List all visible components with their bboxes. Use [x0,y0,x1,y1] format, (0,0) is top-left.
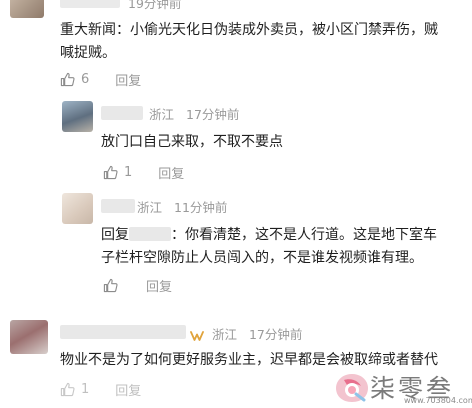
reply-button[interactable]: 回复 [158,163,184,182]
comment-meta: 浙江 11分钟前 [137,197,227,216]
reply-button[interactable]: 回复 [115,70,141,89]
watermark-url: www.703804.com [404,396,472,405]
comment-text-line: 重大新闻：小偷光天化日伪装成外卖员，被小区门禁弄伤，贼 [60,22,438,38]
comment-text-line: 子栏杆空隙防止人员闯入的，不是谁发视频谁有理。 [101,250,423,266]
comment-text: 回复 ：你看清楚，这不是人行道。这是地下室车 子栏杆空隙防止人员闯入的，不是谁发视… [101,224,461,270]
reply-prefix: 回复 [101,227,129,243]
comment-time: 11分钟前 [174,200,228,215]
comment-location: 浙江 [137,200,163,215]
comment-meta: 浙江 17分钟前 [149,104,239,123]
like-button[interactable]: 6 [60,72,89,87]
like-count: 1 [81,382,90,397]
like-count: 6 [81,72,90,87]
like-count: 1 [124,165,133,180]
like-button[interactable] [103,278,124,293]
comment-text-line: 回复 ：你看清楚，这不是人行道。这是地下室车 [101,224,461,247]
watermark: 柒零叁 www.703804.com [326,368,472,408]
username-blurred[interactable] [101,106,143,120]
thumbs-up-icon [60,382,75,397]
reply-button[interactable]: 回复 [146,276,172,295]
comment-text: 放门口自己来取，不取不要点 [101,134,283,150]
username-blurred[interactable] [60,325,186,339]
username-blurred[interactable] [101,199,135,213]
avatar[interactable] [10,320,48,354]
avatar[interactable] [10,0,44,18]
vip-badge-icon [190,330,204,341]
comment-actions: 6 回复 [60,70,141,89]
comment-time: 19分钟前 [128,0,182,11]
comment-location: 浙江 [211,327,237,342]
like-button[interactable]: 1 [60,382,89,397]
comment-time: 17分钟前 [248,327,303,342]
watermark-logo-icon [336,374,368,402]
comment-text-line-1: ：你看清楚，这不是人行道。这是地下室车 [171,227,437,243]
comment-text-line: 喊捉贼。 [60,45,116,61]
comment-actions: 1 回复 [103,163,184,182]
thumbs-up-icon [60,72,75,87]
comment-text: 重大新闻：小偷光天化日伪装成外卖员，被小区门禁弄伤，贼 喊捉贼。 [60,19,460,65]
comment-time: 17分钟前 [186,107,240,122]
comment-location: 浙江 [149,107,175,122]
comment-meta: 浙江 17分钟前 [190,324,302,343]
reply-button[interactable]: 回复 [115,380,141,399]
thumbs-up-icon [103,278,118,293]
username-blurred[interactable] [60,0,120,8]
avatar[interactable] [62,101,93,132]
comment-actions: 1 回复 [60,380,141,399]
mention-blurred[interactable] [129,227,171,241]
avatar[interactable] [62,193,93,224]
thumbs-up-icon [103,165,118,180]
comment-actions: 回复 [103,276,172,295]
like-button[interactable]: 1 [103,165,132,180]
